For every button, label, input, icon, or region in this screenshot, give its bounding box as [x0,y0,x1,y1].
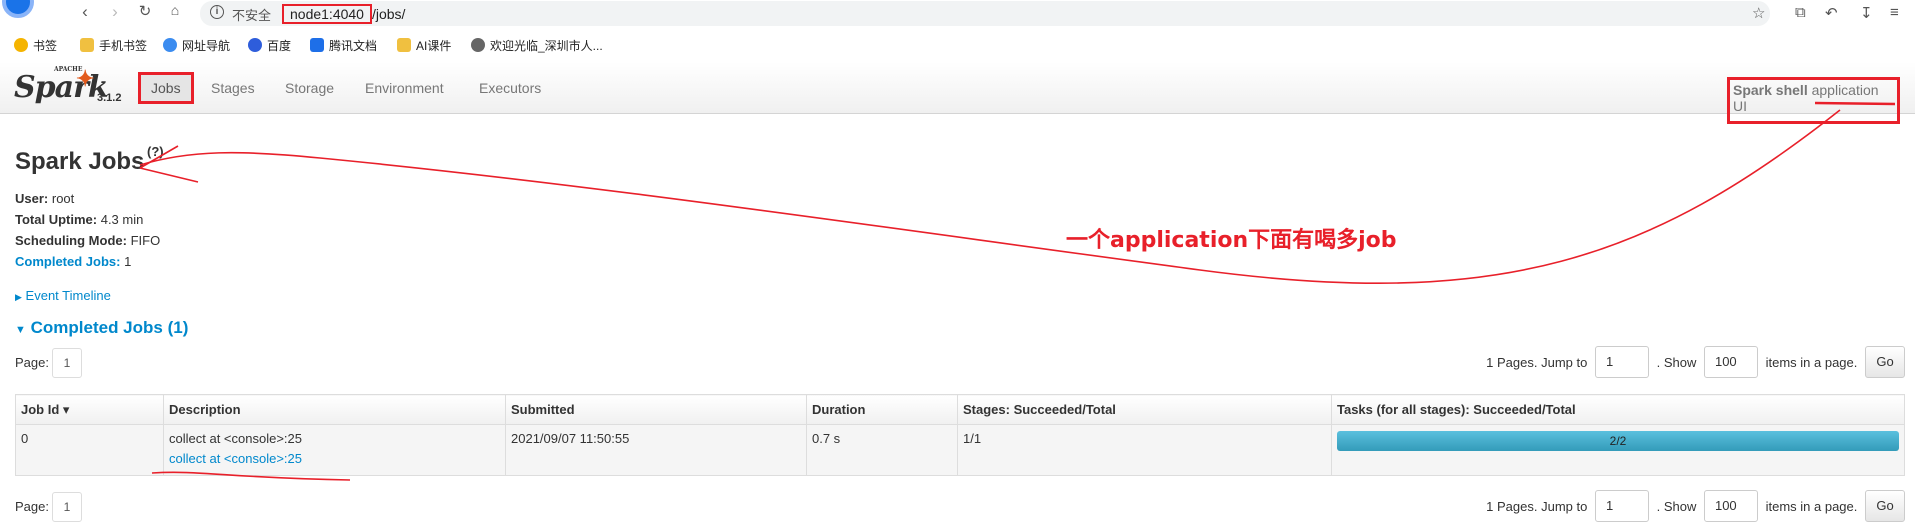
col-job-id[interactable]: Job Id ▾ [15,394,164,425]
caret-right-icon: ▶ [15,292,22,302]
summary-list: User: root Total Uptime: 4.3 min Schedul… [15,188,160,272]
tasks-cell: 2/2 [1331,424,1905,476]
jobs-table: Job Id ▾ Description Submitted Duration … [15,394,1905,476]
col-stages[interactable]: Stages: Succeeded/Total [957,394,1332,425]
pager-top: Page: 1 1 Pages. Jump to 1 . Show 100 it… [0,346,1915,380]
site-icon [471,38,485,52]
star-icon [14,38,28,52]
tasks-progress-bar: 2/2 [1337,431,1899,451]
col-duration[interactable]: Duration [806,394,958,425]
scheduling-line: Scheduling Mode: FIFO [15,233,161,248]
back-icon[interactable]: ‹ [75,2,95,22]
col-description[interactable]: Description [163,394,506,425]
col-submitted[interactable]: Submitted [505,394,807,425]
insecure-label: 不安全 [232,8,272,23]
completed-jobs-header[interactable]: ▼ Completed Jobs (1) [15,318,188,338]
bookmarks-bar: 书签 手机书签 网址导航 百度 腾讯文档 AI课件 欢迎光临_深圳市人... [0,32,1915,58]
tencent-docs-icon [310,38,324,52]
browser-logo-icon [2,0,34,18]
page-title: Spark Jobs [15,148,145,175]
extensions-icon[interactable]: ⧉ [1795,4,1806,21]
star-icon[interactable]: ☆ [1752,4,1765,22]
pager-controls: 1 Pages. Jump to 1 . Show 100 items in a… [1486,346,1905,380]
page-label: Page: [15,355,49,370]
globe-icon [163,38,177,52]
baidu-icon [248,38,262,52]
url-text[interactable]: node1:4040/jobs/ [282,4,406,24]
event-timeline-toggle[interactable]: ▶ Event Timeline [15,288,111,303]
page-size-input[interactable]: 100 [1703,346,1758,378]
uptime-line: Total Uptime: 4.3 min [15,212,144,227]
description-link[interactable]: collect at <console>:25 [169,451,500,466]
pager-bottom: Page: 1 1 Pages. Jump to 1 . Show 100 it… [0,490,1915,524]
jump-to-input[interactable]: 1 [1594,490,1649,522]
tab-environment[interactable]: Environment [365,80,444,96]
go-button[interactable]: Go [1865,490,1905,522]
reload-icon[interactable]: ↻ [135,2,155,20]
help-icon[interactable]: (?) [147,144,164,159]
annotation-text: 一个application下面有喝多job [1066,228,1397,253]
browser-address-row: ‹ › ↻ ⌂ i 不安全 node1:4040/jobs/ ☆ ⧉ ↶ ↧ ≡ [0,0,1915,28]
spark-logo[interactable]: Spark APACHE ✦ [14,66,109,105]
page-label: Page: [15,499,49,514]
description-cell: collect at <console>:25 collect at <cons… [163,424,506,476]
menu-icon[interactable]: ≡ [1890,4,1899,21]
page-number-link[interactable]: 1 [52,492,82,522]
col-tasks[interactable]: Tasks (for all stages): Succeeded/Total [1331,394,1905,425]
pager-controls: 1 Pages. Jump to 1 . Show 100 items in a… [1486,490,1905,524]
bookmark-item[interactable]: 网址导航 [163,37,230,54]
address-bar[interactable] [200,1,1770,26]
page-size-input[interactable]: 100 [1703,490,1758,522]
app-title: Spark shell application UI [1727,77,1900,124]
folder-icon [397,38,411,52]
download-icon[interactable]: ↧ [1860,4,1873,22]
forward-icon[interactable]: › [105,2,125,22]
tab-executors[interactable]: Executors [479,80,541,96]
stages-cell: 1/1 [957,424,1332,476]
user-line: User: root [15,191,75,206]
folder-icon [80,38,94,52]
submitted-cell: 2021/09/07 11:50:55 [505,424,807,476]
go-button[interactable]: Go [1865,346,1905,378]
bookmark-item[interactable]: 书签 [14,37,57,54]
caret-down-icon: ▼ [15,324,26,336]
home-icon[interactable]: ⌂ [165,2,185,18]
url-host: node1:4040 [282,4,372,24]
job-id-cell[interactable]: 0 [15,424,164,476]
tab-jobs[interactable]: Jobs [138,72,194,104]
undo-icon[interactable]: ↶ [1825,4,1838,22]
jump-to-input[interactable]: 1 [1594,346,1649,378]
bookmark-item[interactable]: 欢迎光临_深圳市人... [471,37,603,54]
page-number-link[interactable]: 1 [52,348,82,378]
table-header-row: Job Id ▾ Description Submitted Duration … [15,394,1905,425]
bookmark-item[interactable]: 百度 [248,37,291,54]
spark-navbar: Spark APACHE ✦ 3.1.2 Jobs Stages Storage E… [0,62,1915,124]
completed-jobs-line[interactable]: Completed Jobs: 1 [15,251,160,272]
table-row: 0 collect at <console>:25 collect at <co… [15,424,1905,476]
tab-storage[interactable]: Storage [285,80,334,96]
spark-version: 3.1.2 [97,92,122,104]
bookmark-item[interactable]: 手机书签 [80,37,147,54]
annotation-curve [139,109,1841,285]
bookmark-item[interactable]: AI课件 [397,37,451,54]
info-icon[interactable]: i [210,5,224,19]
tab-stages[interactable]: Stages [211,80,255,96]
bookmark-item[interactable]: 腾讯文档 [310,37,377,54]
url-path: /jobs/ [371,6,406,22]
duration-cell: 0.7 s [806,424,958,476]
